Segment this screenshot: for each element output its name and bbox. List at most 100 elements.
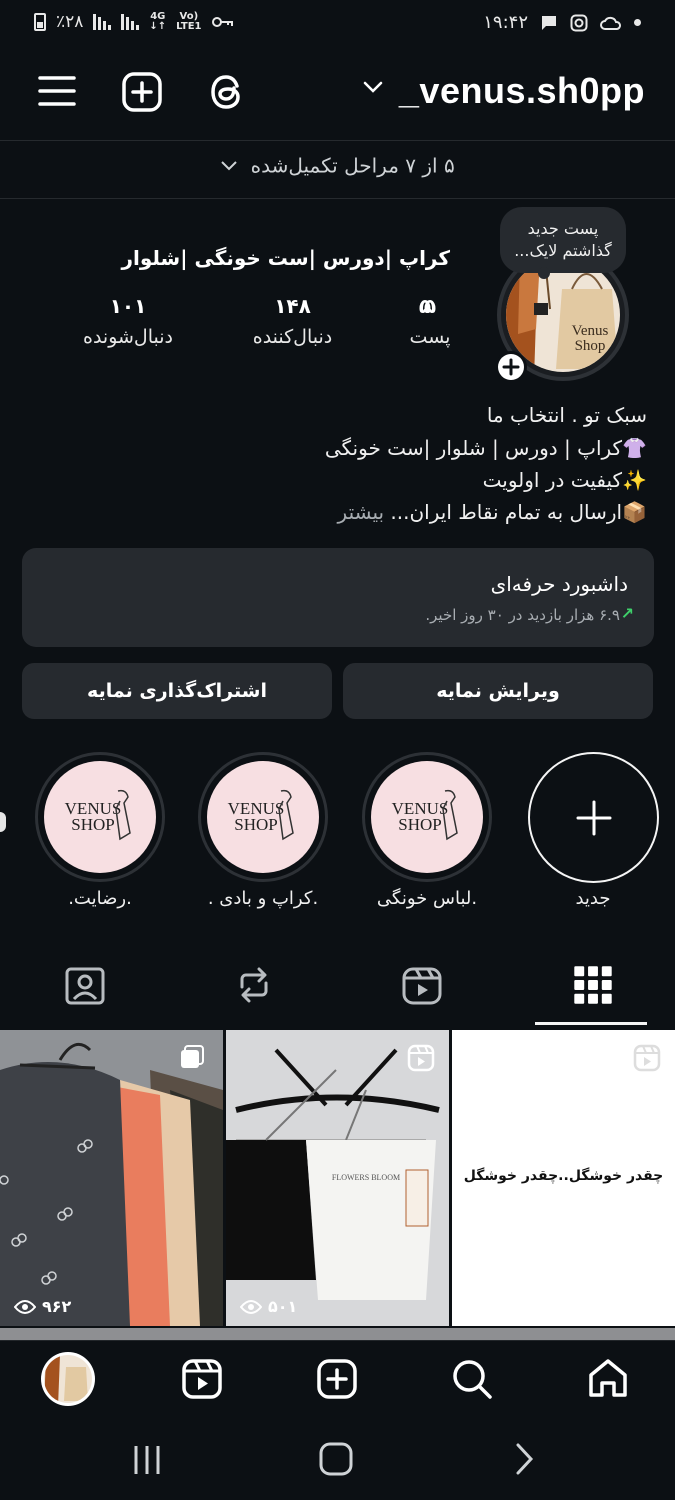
star-emoji-icon: ✨ (622, 468, 647, 492)
bio-line-3: ✨کیفیت در اولویت (483, 468, 647, 492)
shirt-emoji-icon: 👚 (622, 436, 647, 460)
carousel-icon (181, 1045, 204, 1068)
notification-dot (634, 19, 641, 26)
system-nav-bar (0, 1422, 675, 1500)
note-line-2: گذاشتم لایک... (514, 241, 612, 260)
stat-following-block[interactable]: ۱۰۱ دنبال‌شونده (72, 294, 184, 348)
message-icon (542, 15, 556, 30)
highlight-logo-line2: SHOP (398, 815, 442, 834)
network-type: 4G ↓↑ (149, 11, 167, 32)
grid-post[interactable]: چقدر خوشگل..چقدر خوشگل (452, 1030, 675, 1326)
reposts-icon[interactable] (234, 963, 274, 1007)
scarf-logo-icon (442, 789, 458, 841)
highlight-item[interactable]: VENUS SHOP (35, 752, 165, 882)
post-thumbnail-tshirts (0, 1030, 223, 1326)
dashboard-subtitle: ۶.۹ هزار بازدید در ۳۰ روز اخیر. (425, 606, 620, 624)
instagram-notif-icon (570, 14, 588, 31)
grid-post[interactable]: FLOWERS BLOOM ۵۰۱ (226, 1030, 449, 1326)
grid-next-row (0, 1328, 675, 1340)
professional-dashboard[interactable]: داشبورد حرفه‌ای ↗ ۶.۹ هزار بازدید در ۳۰ … (22, 548, 654, 647)
trend-up-icon: ↗ (620, 604, 634, 623)
bio-line-1: سبک تو . انتخاب ما (486, 403, 647, 427)
profile-note-bubble[interactable]: پست جدید گذاشتم لایک... (500, 207, 626, 279)
posts-number: ۵ (423, 294, 437, 318)
post-views: ۵۰۱ (240, 1297, 297, 1316)
following-label: دنبال‌شونده (82, 326, 174, 348)
highlight-partial (0, 812, 6, 832)
home-icon[interactable] (587, 1357, 629, 1399)
views-count: ۹۶۲ (42, 1297, 72, 1316)
volte-indicator: Vo) LTE1 (176, 11, 202, 32)
status-bar: ٪۲۸ 4G ↓↑ Vo) LTE1 ۱۹:۴۲ (0, 0, 675, 48)
post-caption: چقدر خوشگل..چقدر خوشگل (463, 1168, 664, 1184)
new-post-icon[interactable] (122, 72, 162, 112)
active-tab-indicator (535, 1022, 647, 1025)
username[interactable]: _venus.sh0pp (399, 70, 645, 112)
profile-avatar[interactable] (40, 1351, 96, 1407)
highlight-item[interactable]: VENUS SHOP (198, 752, 328, 882)
following-number: ۱۰۱ (109, 294, 147, 318)
avatar-logo-line2: Shop (575, 338, 606, 354)
battery-icon (34, 13, 46, 31)
new-highlight-button[interactable] (528, 752, 659, 883)
signal-icon-2 (121, 14, 140, 30)
grid-post[interactable]: ۹۶۲ (0, 1030, 223, 1326)
plus-icon (576, 800, 611, 835)
highlight-label: .رضایت. (68, 888, 132, 909)
highlight-label: .کراپ و بادی . (207, 888, 319, 909)
eye-icon (14, 1299, 36, 1314)
steps-divider (0, 198, 675, 199)
recents-icon[interactable] (133, 1444, 161, 1476)
chevron-down-icon[interactable] (363, 80, 383, 94)
eye-icon (240, 1299, 262, 1314)
highlight-item[interactable]: VENUS SHOP (362, 752, 492, 882)
bio-line-4-text: ارسال به تمام نقاط ایران... (390, 500, 623, 524)
threads-icon[interactable] (208, 72, 246, 112)
clock: ۱۹:۴۲ (483, 12, 528, 33)
search-icon[interactable] (452, 1359, 492, 1399)
setup-steps-label: ۵ از ۷ مراحل تکمیل‌شده (250, 153, 455, 178)
followers-label: دنبال‌کننده (252, 326, 333, 348)
chevron-down-icon (221, 160, 237, 170)
package-emoji-icon: 📦 (622, 500, 647, 524)
bio-line-4: 📦ارسال به تمام نقاط ایران... بیشتر (338, 500, 647, 524)
highlight-logo-line2: SHOP (234, 815, 278, 834)
header-divider (0, 140, 675, 141)
reel-icon (407, 1044, 435, 1072)
stat-followers-block[interactable]: ۱۴۸ دنبال‌کننده (240, 294, 345, 348)
signal-icon (93, 14, 112, 30)
setup-steps-banner[interactable]: ۵ از ۷ مراحل تکمیل‌شده (0, 152, 675, 178)
highlight-logo-line2: SHOP (71, 815, 115, 834)
add-story-icon[interactable] (494, 350, 528, 384)
bio-more-link[interactable]: بیشتر (338, 500, 385, 524)
reels-icon[interactable] (402, 963, 442, 1007)
tagged-icon[interactable] (65, 963, 105, 1007)
battery-percent: ٪۲۸ (56, 12, 84, 32)
post-thumbnail-crop-tops: FLOWERS BLOOM (226, 1030, 449, 1326)
post-views: ۹۶۲ (14, 1297, 71, 1316)
bio-line-2-text: کراپ | دورس | شلوار |ست خونگی (324, 436, 623, 460)
menu-icon[interactable] (38, 72, 76, 110)
vpn-key-icon (211, 17, 233, 27)
home-button-icon[interactable] (319, 1442, 353, 1476)
profile-name: کراپ |دورس |ست خونگی |شلوار (121, 246, 450, 270)
create-icon[interactable] (317, 1359, 357, 1399)
scarf-logo-icon (278, 789, 294, 841)
note-line-1: پست جدید (527, 219, 599, 238)
reel-icon (633, 1044, 661, 1072)
shirt-print-text: FLOWERS BLOOM (332, 1173, 400, 1182)
bottom-nav (0, 1340, 675, 1422)
top-bar: _venus.sh0pp (0, 58, 675, 128)
bio-line-2: 👚کراپ | دورس | شلوار |ست خونگی (325, 436, 647, 460)
highlight-label: .لباس خونگی (376, 888, 478, 909)
stat-posts-block[interactable]: ۵ پست (405, 294, 455, 348)
posts-label: پست (409, 326, 451, 348)
reels-icon[interactable] (182, 1359, 222, 1399)
edit-profile-button[interactable]: ویرایش نمایه (343, 663, 653, 719)
grid-icon[interactable] (573, 963, 613, 1007)
followers-number: ۱۴۸ (274, 294, 311, 318)
avatar-logo-line1: Venus (572, 323, 609, 339)
cloud-icon (600, 16, 621, 30)
share-profile-button[interactable]: اشتراک‌گذاری نمایه (22, 663, 332, 719)
back-icon[interactable] (512, 1442, 536, 1476)
